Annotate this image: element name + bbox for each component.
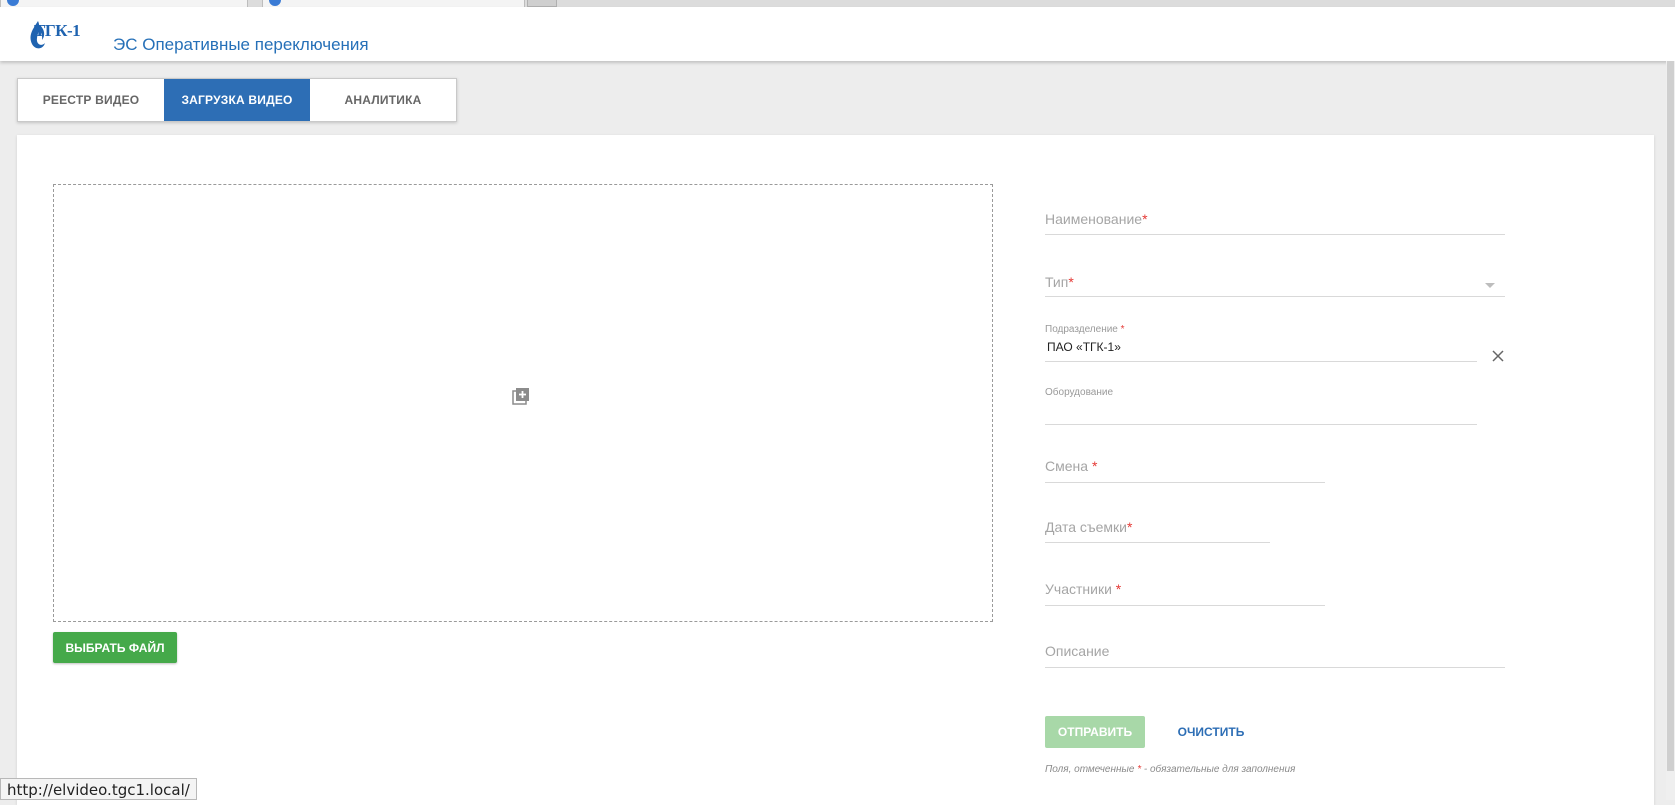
shift-placeholder: Смена * — [1045, 458, 1098, 474]
upload-card: ВЫБРАТЬ ФАЙЛ Наименование* Тип* Подразде… — [17, 135, 1654, 805]
link-status-url: http://elvideo.tgc1.local/ — [0, 778, 197, 800]
chevron-down-icon — [1485, 283, 1495, 288]
page-scrollbar[interactable] — [1666, 61, 1675, 800]
type-placeholder: Тип* — [1045, 274, 1074, 290]
type-select[interactable]: Тип* — [1045, 265, 1505, 297]
tab-analytics[interactable]: АНАЛИТИКА — [310, 79, 456, 121]
clear-division-icon[interactable] — [1491, 349, 1505, 363]
scrollbar-thumb[interactable] — [1667, 61, 1674, 771]
equipment-label: Оборудование — [1045, 387, 1114, 398]
favicon-icon — [7, 0, 19, 6]
shooting-date-field[interactable]: Дата съемки* — [1045, 514, 1270, 543]
division-value: ПАО «ТГК-1» — [1047, 340, 1121, 354]
choose-file-button[interactable]: ВЫБРАТЬ ФАЙЛ — [53, 632, 177, 663]
app-header: ТГК-1 ЭС Оперативные переключения — [0, 7, 1675, 61]
app-title[interactable]: ЭС Оперативные переключения — [113, 35, 369, 55]
tab-video-upload[interactable]: ЗАГРУЗКА ВИДЕО — [164, 79, 310, 121]
add-to-queue-icon — [512, 388, 529, 405]
favicon-icon — [269, 0, 281, 6]
submit-button[interactable]: ОТПРАВИТЬ — [1045, 716, 1145, 748]
name-field[interactable]: Наименование* — [1045, 203, 1505, 235]
shift-field[interactable]: Смена * — [1045, 453, 1325, 483]
main-tabs: РЕЕСТР ВИДЕО ЗАГРУЗКА ВИДЕО АНАЛИТИКА — [17, 78, 457, 122]
logo-text: ТГК-1 — [34, 21, 81, 40]
equipment-field[interactable]: Оборудование — [1045, 387, 1477, 425]
description-field[interactable]: Описание — [1045, 639, 1505, 668]
participants-placeholder: Участники * — [1045, 581, 1122, 597]
tab-video-registry[interactable]: РЕЕСТР ВИДЕО — [18, 79, 164, 121]
clear-button[interactable]: ОЧИСТИТЬ — [1166, 716, 1256, 748]
date-placeholder: Дата съемки* — [1045, 519, 1133, 535]
name-placeholder: Наименование* — [1045, 211, 1148, 227]
new-tab-button[interactable] — [527, 0, 557, 7]
division-field[interactable]: Подразделение * ПАО «ТГК-1» — [1045, 324, 1477, 362]
description-placeholder: Описание — [1045, 643, 1110, 659]
browser-tab-strip — [0, 0, 1675, 7]
browser-tab-active[interactable] — [262, 0, 525, 7]
browser-tab[interactable] — [0, 0, 248, 7]
participants-field[interactable]: Участники * — [1045, 576, 1325, 606]
file-dropzone[interactable] — [53, 184, 993, 622]
required-fields-hint: Поля, отмеченные * - обязательные для за… — [1045, 764, 1296, 775]
division-label: Подразделение * — [1045, 324, 1125, 335]
